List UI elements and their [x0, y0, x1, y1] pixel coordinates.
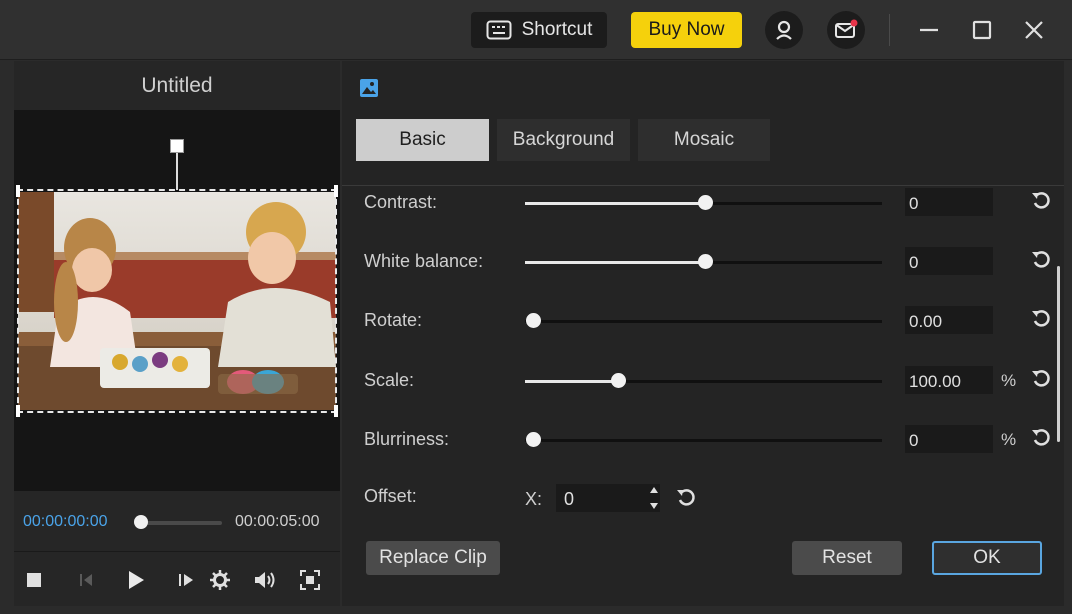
- scale-value-field[interactable]: 100.00: [905, 366, 993, 394]
- scale-unit: %: [1001, 371, 1017, 390]
- offset-x-label: X:: [525, 489, 543, 509]
- contrast-slider-knob[interactable]: [698, 195, 713, 210]
- current-time: 00:00:00:00: [23, 513, 108, 530]
- fullscreen-icon: [300, 570, 320, 590]
- prev-frame-button[interactable]: [74, 568, 98, 592]
- preview-panel: Untitled 00:00:00:00 00:00:05:00: [14, 61, 340, 606]
- maximize-icon: [972, 20, 992, 40]
- playback-controls: [14, 551, 340, 606]
- blurriness-label: Blurriness:: [364, 429, 450, 449]
- rotate-row: Rotate: 0.00: [342, 303, 1064, 343]
- volume-icon: [255, 572, 275, 588]
- minimize-icon: [920, 28, 938, 32]
- white-balance-value-field[interactable]: 0: [905, 247, 993, 275]
- contrast-reset-icon[interactable]: [1030, 189, 1052, 211]
- rotate-slider[interactable]: [525, 313, 882, 328]
- resize-handle[interactable]: [334, 185, 338, 197]
- offset-x-field[interactable]: 0: [556, 484, 660, 512]
- buy-now-label: Buy Now: [648, 19, 725, 40]
- tab-basic[interactable]: Basic: [356, 119, 489, 161]
- keyboard-icon: [486, 20, 512, 40]
- fullscreen-button[interactable]: [298, 568, 322, 592]
- settings-scrollbar[interactable]: [1057, 266, 1060, 442]
- shortcut-button[interactable]: Shortcut: [471, 12, 607, 48]
- white-balance-slider-knob[interactable]: [698, 254, 713, 269]
- scale-slider-knob[interactable]: [611, 373, 626, 388]
- timeline: 00:00:00:00 00:00:05:00: [14, 491, 340, 551]
- close-button[interactable]: [1018, 14, 1050, 46]
- title-bar: Shortcut Buy Now: [0, 0, 1072, 60]
- blurriness-row: Blurriness: 0 %: [342, 422, 1064, 462]
- offset-label: Offset:: [364, 486, 417, 506]
- scale-slider[interactable]: [525, 373, 882, 388]
- account-button[interactable]: [765, 11, 803, 49]
- total-time: 00:00:05:00: [235, 513, 320, 530]
- rotate-handle[interactable]: [170, 139, 184, 153]
- rotate-slider-knob[interactable]: [526, 313, 541, 328]
- titlebar-divider: [889, 14, 890, 46]
- blurriness-reset-icon[interactable]: [1030, 426, 1052, 448]
- white-balance-row: White balance: 0: [342, 244, 1064, 284]
- rotate-stem: [176, 152, 178, 190]
- selection-frame[interactable]: [16, 185, 338, 417]
- stop-button[interactable]: [22, 568, 46, 592]
- project-title: Untitled: [14, 61, 340, 110]
- maximize-button[interactable]: [966, 14, 998, 46]
- blurriness-slider-knob[interactable]: [526, 432, 541, 447]
- resize-handle[interactable]: [16, 405, 20, 417]
- next-frame-icon: [179, 574, 193, 586]
- play-button[interactable]: [124, 568, 148, 592]
- image-icon: [359, 78, 379, 98]
- offset-x-stepper[interactable]: [649, 483, 659, 513]
- settings-button[interactable]: [208, 568, 232, 592]
- reset-button[interactable]: Reset: [792, 541, 902, 575]
- minimize-button[interactable]: [913, 14, 945, 46]
- tab-mosaic[interactable]: Mosaic: [638, 119, 770, 161]
- settings-panel: Basic Background Mosaic Contrast: 0 Whit…: [342, 61, 1064, 606]
- contrast-value-field[interactable]: 0: [905, 188, 993, 216]
- tab-background[interactable]: Background: [497, 119, 630, 161]
- contrast-row: Contrast: 0: [342, 185, 1064, 225]
- shortcut-label: Shortcut: [521, 19, 593, 40]
- blurriness-slider[interactable]: [525, 432, 882, 447]
- video-preview: [14, 110, 340, 491]
- seek-track[interactable]: [138, 521, 222, 525]
- rotate-reset-icon[interactable]: [1030, 307, 1052, 329]
- buy-now-button[interactable]: Buy Now: [631, 12, 742, 48]
- replace-clip-button[interactable]: Replace Clip: [366, 541, 500, 575]
- white-balance-slider[interactable]: [525, 254, 882, 269]
- next-frame-button[interactable]: [174, 568, 198, 592]
- stop-icon: [27, 573, 41, 587]
- scale-slider-fill: [525, 380, 618, 383]
- play-icon: [129, 571, 144, 589]
- resize-handle[interactable]: [16, 185, 20, 197]
- volume-button[interactable]: [252, 568, 280, 592]
- white-balance-label: White balance:: [364, 251, 484, 271]
- blurriness-value-field[interactable]: 0: [905, 425, 993, 453]
- scale-row: Scale: 100.00 %: [342, 363, 1064, 403]
- scale-reset-icon[interactable]: [1030, 367, 1052, 389]
- seek-knob[interactable]: [134, 515, 148, 529]
- prev-frame-icon: [80, 574, 92, 586]
- offset-row: Offset: X: 0: [342, 479, 1064, 519]
- white-balance-reset-icon[interactable]: [1030, 248, 1052, 270]
- rotate-label: Rotate:: [364, 310, 423, 330]
- scale-label: Scale:: [364, 370, 415, 390]
- close-icon: [1025, 21, 1043, 39]
- offset-reset-icon[interactable]: [675, 486, 697, 508]
- rotate-value-field[interactable]: 0.00: [905, 306, 993, 334]
- tab-bar: Basic Background Mosaic: [356, 119, 770, 161]
- user-icon: [776, 20, 792, 40]
- mail-icon: [835, 19, 858, 38]
- contrast-slider-fill: [525, 202, 705, 205]
- ok-button[interactable]: OK: [932, 541, 1042, 575]
- mail-button[interactable]: [827, 11, 865, 49]
- white-balance-slider-fill: [525, 261, 705, 264]
- gear-icon: [210, 570, 230, 590]
- contrast-label: Contrast:: [364, 192, 438, 212]
- contrast-slider[interactable]: [525, 195, 882, 210]
- blurriness-unit: %: [1001, 430, 1017, 449]
- resize-handle[interactable]: [334, 405, 338, 417]
